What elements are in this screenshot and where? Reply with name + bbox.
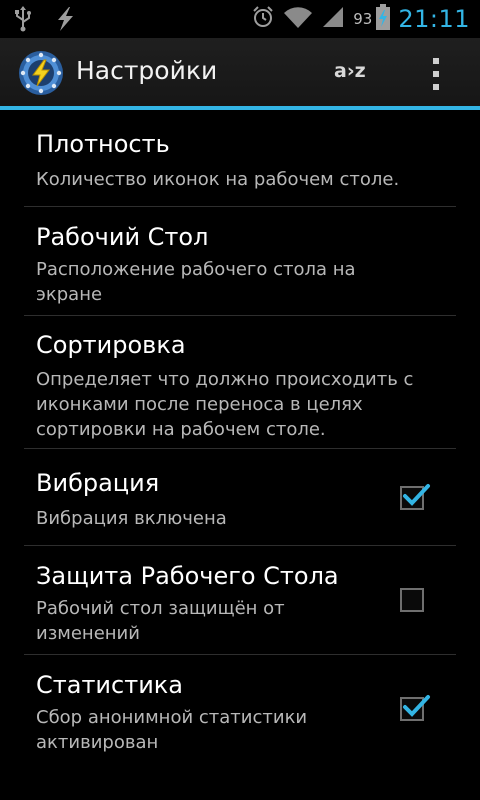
sort-az-button[interactable]: a›z	[334, 60, 366, 82]
vibration-checkbox[interactable]	[400, 484, 430, 510]
setting-sorting[interactable]: Сортировка Определяет что должно происхо…	[24, 316, 456, 449]
setting-statistics[interactable]: Статистика Сбор анонимной статистики акт…	[24, 655, 456, 765]
setting-desktop[interactable]: Рабочий Стол Расположение рабочего стола…	[24, 207, 456, 316]
setting-summary: Расположение рабочего стола на экране	[36, 259, 356, 305]
desktop-lock-checkbox[interactable]	[400, 588, 424, 612]
settings-list: Плотность Количество иконок на рабочем с…	[0, 110, 480, 765]
setting-desktop-lock[interactable]: Защита Рабочего Стола Рабочий стол защищ…	[24, 546, 456, 655]
battery-percent: 93	[353, 10, 373, 28]
setting-summary: Определяет что должно происходить с икон…	[36, 369, 414, 440]
lightning-icon	[54, 6, 76, 36]
setting-summary: Сбор анонимной статистики активирован	[36, 707, 308, 753]
setting-title: Сортировка	[36, 331, 186, 359]
setting-title: Статистика	[36, 671, 183, 699]
setting-title: Защита Рабочего Стола	[36, 562, 339, 590]
setting-summary: Рабочий стол защищён от изменений	[36, 598, 285, 644]
signal-icon	[321, 5, 345, 33]
setting-title: Вибрация	[36, 469, 160, 497]
lightning-bolt-app-icon[interactable]	[18, 50, 64, 96]
setting-title: Рабочий Стол	[36, 223, 209, 251]
setting-summary: Вибрация включена	[36, 508, 227, 529]
setting-density[interactable]: Плотность Количество иконок на рабочем с…	[24, 110, 456, 207]
action-bar: Настройки a›z	[0, 38, 480, 110]
alarm-icon	[251, 5, 275, 33]
overflow-menu-icon[interactable]	[424, 54, 448, 94]
battery-charging-icon	[376, 4, 391, 34]
setting-vibration[interactable]: Вибрация Вибрация включена	[24, 449, 456, 546]
wifi-icon	[283, 5, 313, 33]
page-title: Настройки	[76, 56, 218, 85]
statistics-checkbox[interactable]	[400, 695, 430, 721]
setting-title: Плотность	[36, 130, 170, 158]
clock: 21:11	[398, 5, 470, 33]
setting-summary: Количество иконок на рабочем столе.	[36, 169, 400, 190]
usb-icon	[14, 6, 32, 36]
status-bar: 93 21:11	[0, 0, 480, 38]
